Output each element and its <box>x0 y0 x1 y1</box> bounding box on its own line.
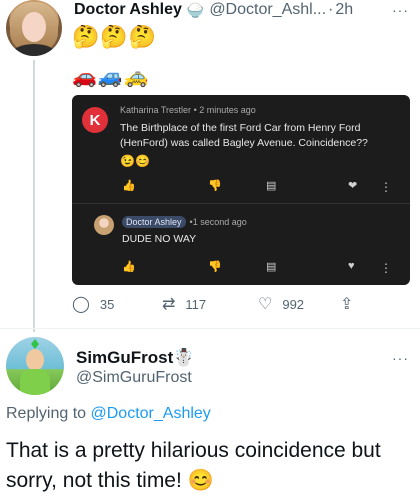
heart-avatar-icon: ❤ <box>348 180 358 192</box>
comment-emoji: 😉😊 <box>120 154 150 168</box>
reply-button[interactable]: ◯ 35 <box>72 294 114 314</box>
reply-author-chip: Doctor Ashley <box>122 216 186 228</box>
heart-icon: ♡ <box>258 296 273 313</box>
more-options-icon[interactable]: ··· <box>392 2 409 18</box>
avatar-body <box>20 369 50 395</box>
reply-actions: 👍 👎 ▤ ♥ ⋮ <box>120 260 400 276</box>
reply-time: 1 second ago <box>192 217 247 227</box>
share-button[interactable]: ⇪ <box>340 294 363 314</box>
reply-icon: ◯ <box>72 296 90 313</box>
reply-icon: ▤ <box>266 180 277 192</box>
embedded-screenshot[interactable]: K Katharina Trestler • 2 minutes ago The… <box>72 95 410 285</box>
comment-time: 2 minutes ago <box>199 105 256 115</box>
thumbs-up-icon: 👍 <box>122 261 136 273</box>
comment-text: The Birthplace of the first Ford Car fro… <box>120 122 368 149</box>
comment-author: Katharina Trestler <box>120 105 192 115</box>
reply-avatar <box>94 215 114 235</box>
thread-line <box>33 60 35 332</box>
share-icon: ⇪ <box>340 296 354 313</box>
separator-dot: · <box>328 1 334 18</box>
display-name[interactable]: Doctor Ashley <box>74 1 182 19</box>
reply-icon: ▤ <box>266 261 277 273</box>
thumbs-up-icon: 👍 <box>122 180 136 192</box>
avatar-face <box>22 12 46 42</box>
more-options-icon[interactable]: ··· <box>392 350 409 366</box>
thumbs-down-icon: 👎 <box>208 261 222 273</box>
more-vertical-icon: ⋮ <box>380 261 392 275</box>
user-handle[interactable]: @SimGuruFrost <box>76 369 192 387</box>
like-button[interactable]: ♡ 992 <box>258 294 304 314</box>
retweet-icon: ⇄ <box>162 296 176 313</box>
tweet-text-cars: 🚗🚙🚕 <box>72 66 150 88</box>
retweet-button[interactable]: ⇄ 117 <box>162 294 206 314</box>
avatar-face <box>26 349 44 371</box>
display-name[interactable]: SimGuFrost☃️ <box>76 348 194 368</box>
tweet-text-emojis: 🤔🤔🤔 <box>72 24 158 49</box>
heart-icon: ♥ <box>348 260 355 272</box>
original-tweet: Doctor Ashley 🍚 @Doctor_Ashl... · 2h ···… <box>0 0 420 332</box>
reply-meta: Doctor Ashley • 1 second ago <box>122 216 247 228</box>
thumbs-down-icon: 👎 <box>208 180 222 192</box>
like-count: 992 <box>282 296 305 312</box>
comment-avatar: K <box>82 107 108 133</box>
replying-to: Replying to @Doctor_Ashley <box>6 405 211 422</box>
mention-link[interactable]: @Doctor_Ashley <box>91 405 211 422</box>
reply-count: 35 <box>99 296 115 312</box>
tweet-header: Doctor Ashley 🍚 @Doctor_Ashl... · 2h <box>74 0 353 20</box>
name-emoji: ☃️ <box>173 348 195 367</box>
name-emoji: 🍚 <box>186 1 205 18</box>
user-handle[interactable]: @Doctor_Ashl... <box>209 1 326 19</box>
reply-text: DUDE NO WAY <box>122 233 197 245</box>
comment-divider <box>72 203 410 204</box>
tweet-divider <box>0 328 420 329</box>
comment-actions: 👍 👎 ▤ ❤ ⋮ <box>120 179 400 195</box>
timestamp[interactable]: 2h <box>335 1 353 19</box>
retweet-count: 117 <box>185 296 207 312</box>
avatar[interactable] <box>6 337 64 395</box>
tweet-actions: ◯ 35 ⇄ 117 ♡ 992 ⇪ <box>72 294 412 314</box>
avatar[interactable] <box>6 0 62 56</box>
more-vertical-icon: ⋮ <box>380 180 392 194</box>
comment-meta: Katharina Trestler • 2 minutes ago <box>120 105 256 115</box>
reply-body-text: That is a pretty hilarious coincidence b… <box>6 439 381 492</box>
plumbob-icon <box>31 339 39 349</box>
